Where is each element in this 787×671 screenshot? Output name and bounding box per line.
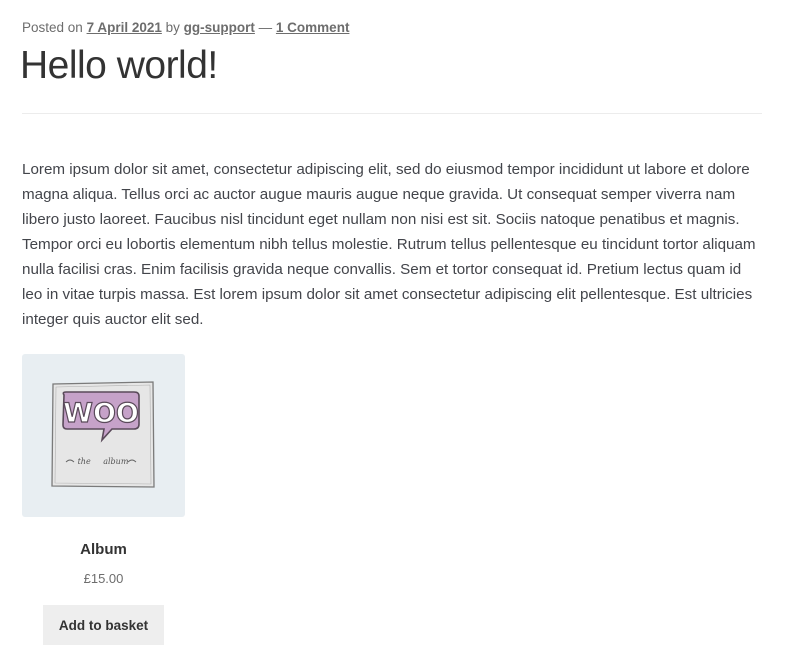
author-link[interactable]: gg-support <box>184 20 255 35</box>
product-image-link[interactable]: WOO the album <box>22 354 185 517</box>
product-name[interactable]: Album <box>22 541 185 558</box>
comments-link[interactable]: 1 Comment <box>276 20 350 35</box>
add-to-basket-button[interactable]: Add to basket <box>43 605 164 645</box>
title-divider <box>22 113 762 114</box>
meta-separator: — <box>258 20 273 35</box>
product-card: WOO the album Album £15.00 Add to basket <box>22 354 185 645</box>
post-article: Posted on 7 April 2021 by gg-support — 1… <box>0 0 787 671</box>
album-logo-text: WOO <box>63 398 139 429</box>
album-cover-image: WOO the album <box>51 381 155 488</box>
post-title: Hello world! <box>20 44 218 87</box>
product-price: £15.00 <box>83 571 124 586</box>
album-caption: the album <box>78 457 129 466</box>
post-date-link[interactable]: 7 April 2021 <box>87 20 162 35</box>
posted-on-label: Posted on <box>22 20 83 35</box>
post-meta: Posted on 7 April 2021 by gg-support — 1… <box>22 20 349 35</box>
by-label: by <box>165 20 180 35</box>
post-body: Lorem ipsum dolor sit amet, consectetur … <box>22 161 756 328</box>
